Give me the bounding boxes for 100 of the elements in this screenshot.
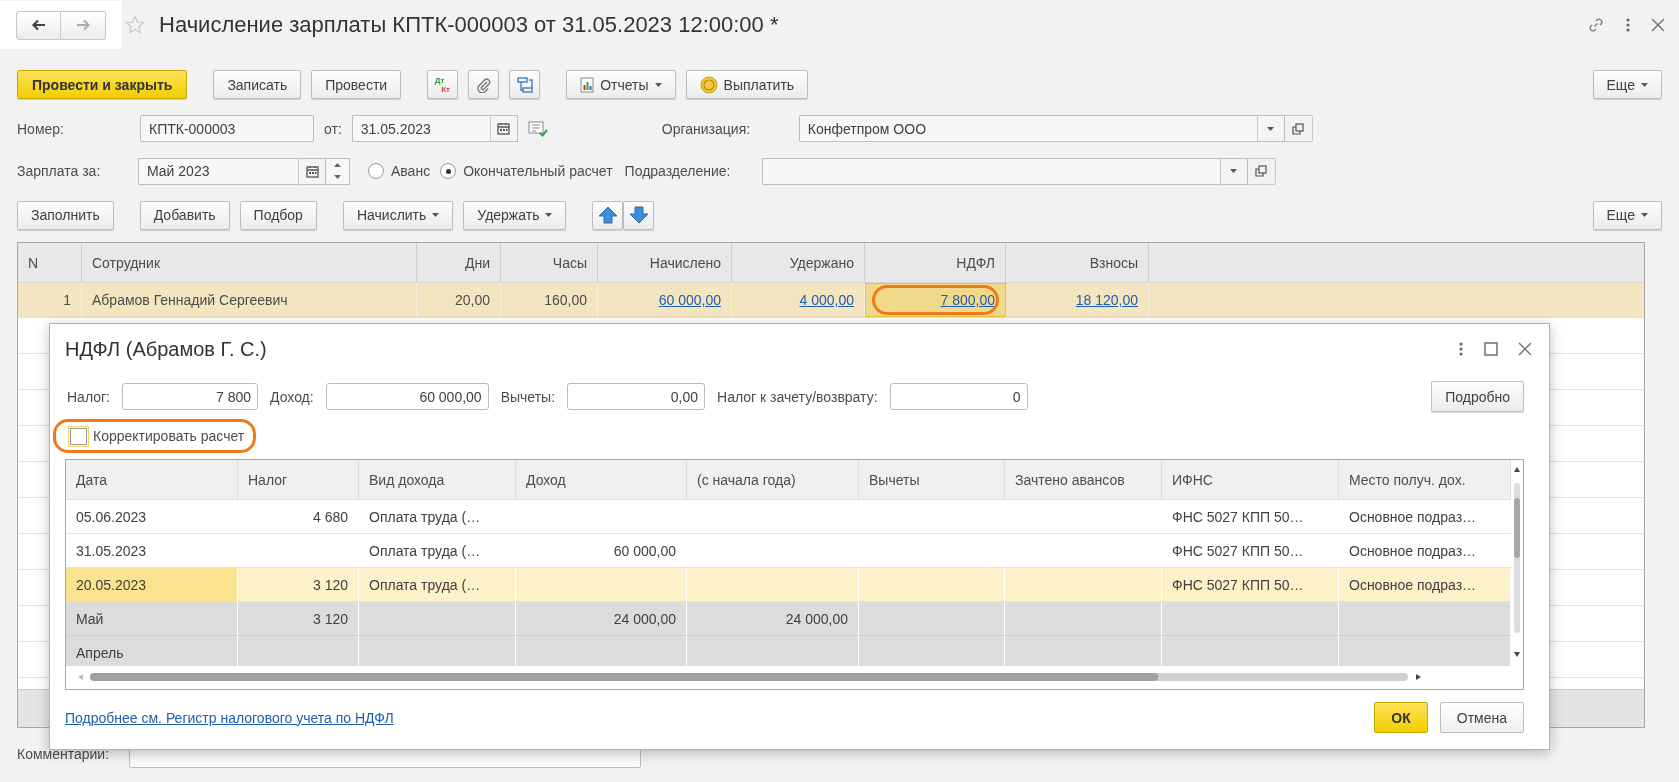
more-button[interactable]: Еще — [1592, 200, 1662, 230]
amount-field[interactable]: 60 000,00 — [325, 383, 489, 410]
field-label: Комментарий: — [17, 745, 110, 762]
group-row[interactable]: Апрель — [66, 636, 1511, 666]
column-header[interactable]: НДФЛ — [865, 243, 1006, 282]
more-button[interactable]: Еще — [1592, 70, 1662, 99]
toolbar-button[interactable]: Удержать — [463, 200, 567, 230]
report-icon — [580, 76, 595, 93]
debit-credit-button[interactable]: Дт Кт — [427, 70, 459, 99]
open-button[interactable] — [1284, 115, 1313, 142]
table-cell: Оплата труда (… — [369, 576, 481, 593]
toolbar-button[interactable]: Записать — [213, 70, 302, 99]
table-cell: ФНС 5027 КПП 50… — [1172, 508, 1304, 525]
field-label: Номер: — [17, 120, 65, 137]
column-header[interactable]: Доход — [516, 460, 687, 499]
spinner-button[interactable] — [326, 157, 350, 185]
coin-icon — [699, 75, 718, 94]
radio-button[interactable] — [440, 163, 457, 179]
department-field[interactable] — [761, 157, 1220, 185]
column-header[interactable]: ИФНС — [1162, 460, 1339, 499]
radio-button[interactable] — [368, 163, 384, 179]
dropdown-button[interactable] — [1219, 157, 1248, 185]
amount-field[interactable]: 0,00 — [567, 383, 706, 410]
column-header[interactable]: Сотрудник — [82, 243, 417, 282]
dialog-title: НДФЛ (Абрамов Г. С.) — [65, 337, 267, 361]
column-header[interactable]: Вид дохода — [359, 460, 516, 499]
amount-link[interactable]: 7 800,00 — [940, 292, 995, 308]
ok-button[interactable]: ОК — [1374, 702, 1428, 733]
table-row[interactable]: 05.06.2023 4 680 Оплата труда (… ФНС 5027 КПП 50… Основное подраз… — [66, 500, 1511, 534]
open-button[interactable] — [1247, 157, 1276, 185]
field-label: Организация: — [661, 120, 752, 137]
up-caret-icon — [334, 162, 341, 167]
details-button[interactable]: Подробно — [1431, 381, 1524, 412]
column-header[interactable]: N — [18, 243, 82, 282]
table-row[interactable]: 1 Абрамов Геннадий Сергеевич 20,00 160,00 60 000,00 4 000,00 7 800,00 18 120,00 — [18, 283, 1644, 318]
table-cell: 20.05.2023 — [76, 576, 147, 593]
table-cell: 20,00 — [454, 292, 490, 308]
more-menu-icon[interactable] — [1625, 17, 1631, 33]
dropdown-button[interactable] — [1256, 115, 1285, 142]
table-row[interactable]: 20.05.2023 3 120 Оплата труда (… ФНС 5027 КПП 50… Основное подраз… — [66, 568, 1511, 602]
column-header[interactable]: Взносы — [1006, 243, 1149, 282]
column-header[interactable]: Вычеты — [859, 460, 1005, 499]
table-cell: ФНС 5027 КПП 50… — [1172, 576, 1304, 593]
column-header[interactable]: Дата — [66, 460, 238, 499]
amount-link[interactable]: 18 120,00 — [1075, 292, 1138, 308]
toolbar-button[interactable]: Заполнить — [17, 200, 114, 230]
checkbox[interactable] — [70, 427, 87, 445]
register-link[interactable]: Подробнее см. Регистр налогового учета по НДФЛ — [65, 709, 394, 726]
post-close-button[interactable]: Провести и закрыть — [17, 70, 188, 99]
structure-button[interactable] — [509, 70, 541, 99]
table-cell: 160,00 — [544, 292, 587, 308]
toolbar-button[interactable]: Подбор — [239, 200, 317, 230]
amount-field[interactable]: 7 800 — [122, 383, 258, 410]
pay-button[interactable]: Выплатить — [685, 70, 809, 99]
toolbar-button[interactable]: Провести — [311, 70, 402, 99]
table-cell: Основное подраз… — [1349, 508, 1477, 525]
move-up-button[interactable] — [592, 200, 624, 230]
amount-link[interactable]: 60 000,00 — [658, 292, 721, 308]
maximize-icon[interactable] — [1484, 342, 1498, 356]
table-cell: 3 120 — [312, 576, 348, 593]
column-header[interactable]: (с начала года) — [687, 460, 859, 499]
column-header[interactable]: Дни — [417, 243, 501, 282]
column-header[interactable]: Налог — [238, 460, 359, 499]
caret-icon — [1267, 126, 1275, 131]
calendar-button[interactable] — [298, 157, 326, 185]
calendar-icon — [497, 122, 511, 135]
reports-button[interactable]: Отчеты — [566, 70, 676, 99]
toolbar-button[interactable]: Начислить — [342, 200, 454, 230]
attach-button[interactable] — [468, 70, 500, 99]
current-cell[interactable]: 7 800,00 — [865, 283, 1006, 317]
document-check-icon[interactable] — [527, 120, 548, 137]
close-icon[interactable] — [1651, 18, 1665, 32]
calendar-button[interactable] — [489, 115, 518, 142]
amount-field[interactable]: 0 — [889, 383, 1028, 410]
cancel-button[interactable]: Отмена — [1439, 702, 1524, 733]
column-header[interactable]: Место получ. дох. — [1339, 460, 1511, 499]
column-header[interactable]: Часы — [501, 243, 598, 282]
close-icon[interactable] — [1518, 342, 1532, 356]
move-down-button[interactable] — [623, 200, 655, 230]
column-header[interactable]: Зачтено авансов — [1005, 460, 1162, 499]
toolbar-button[interactable]: Добавить — [139, 200, 230, 230]
organization-field[interactable]: Конфетпром ООО — [798, 115, 1257, 142]
table-cell: 24 000,00 — [785, 610, 848, 627]
radio-option[interactable]: Аванс — [368, 163, 431, 179]
number-field[interactable]: КПТК-000003 — [140, 115, 314, 142]
more-menu-icon[interactable] — [1458, 341, 1464, 357]
column-header[interactable]: Начислено — [598, 243, 732, 282]
table-cell: Основное подраз… — [1349, 576, 1477, 593]
table-cell: Основное подраз… — [1349, 542, 1477, 559]
period-field[interactable]: Май 2023 — [138, 157, 298, 185]
back-button[interactable] — [16, 10, 61, 40]
column-header[interactable]: Удержано — [732, 243, 865, 282]
date-field[interactable]: 31.05.2023 — [351, 115, 490, 142]
table-cell: Май — [76, 610, 104, 627]
group-row[interactable]: Май 3 120 24 000,00 24 000,00 — [66, 602, 1511, 636]
amount-link[interactable]: 4 000,00 — [799, 292, 854, 308]
checkbox-label[interactable]: Корректировать расчет — [93, 428, 245, 444]
link-icon[interactable] — [1587, 16, 1605, 34]
radio-option[interactable]: Окончательный расчет — [440, 163, 613, 179]
star-icon[interactable] — [125, 15, 145, 35]
